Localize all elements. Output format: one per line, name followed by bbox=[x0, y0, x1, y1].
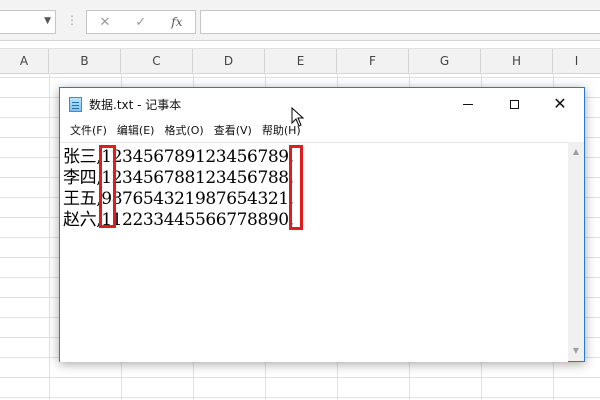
column-header-g[interactable]: G bbox=[409, 49, 481, 73]
column-header-d[interactable]: D bbox=[193, 49, 265, 73]
text-editor[interactable]: 张三,123456789123456789, 李四,12345678812345… bbox=[60, 142, 568, 362]
vertical-scrollbar[interactable]: ▲ ▼ bbox=[568, 142, 584, 361]
text-line: 王五,987654321987654321, bbox=[63, 189, 294, 209]
column-header-b[interactable]: B bbox=[49, 49, 121, 73]
maximize-button[interactable] bbox=[491, 88, 537, 120]
column-header-c[interactable]: C bbox=[121, 49, 193, 73]
insert-function-button[interactable]: fx bbox=[171, 15, 182, 29]
maximize-icon bbox=[509, 99, 519, 109]
menu-format[interactable]: 格式(O) bbox=[159, 121, 208, 141]
menu-view[interactable]: 查看(V) bbox=[209, 121, 257, 141]
menu-bar: 文件(F) 编辑(E) 格式(O) 查看(V) 帮助(H) bbox=[60, 120, 584, 142]
column-header-f[interactable]: F bbox=[337, 49, 409, 73]
formula-buttons: ✕ ✓ fx bbox=[86, 10, 196, 34]
notepad-icon bbox=[69, 97, 82, 112]
chevron-down-icon[interactable]: ▼ bbox=[44, 16, 51, 26]
minimize-icon bbox=[463, 103, 473, 105]
name-box[interactable]: ▼ bbox=[0, 10, 56, 34]
close-icon: ✕ bbox=[553, 94, 567, 113]
highlight-box-last-comma bbox=[289, 145, 303, 230]
scroll-up-icon[interactable]: ▲ bbox=[568, 144, 584, 160]
column-header-i[interactable]: I bbox=[553, 49, 600, 73]
check-icon[interactable]: ✓ bbox=[135, 15, 146, 30]
menu-edit[interactable]: 编辑(E) bbox=[112, 121, 160, 141]
close-button[interactable]: ✕ bbox=[537, 88, 583, 120]
column-headers: A B C D E F G H I bbox=[0, 48, 600, 74]
minimize-button[interactable] bbox=[445, 88, 491, 120]
mouse-pointer-icon bbox=[291, 107, 305, 127]
column-header-e[interactable]: E bbox=[265, 49, 337, 73]
column-header-h[interactable]: H bbox=[481, 49, 553, 73]
text-line: 赵六,112233445566778890, bbox=[63, 210, 294, 230]
menu-file[interactable]: 文件(F) bbox=[65, 121, 112, 141]
formula-bar: ▼ ⋮ ✕ ✓ fx bbox=[0, 0, 600, 41]
text-line: 张三,123456789123456789, bbox=[63, 147, 294, 167]
window-title: 数据.txt - 记事本 bbox=[89, 98, 182, 112]
highlight-box-first-comma bbox=[99, 145, 116, 228]
drag-handle-icon[interactable]: ⋮ bbox=[66, 13, 78, 27]
formula-input[interactable] bbox=[200, 10, 600, 34]
title-bar[interactable]: 数据.txt - 记事本 ✕ bbox=[60, 88, 584, 120]
text-line: 李四,123456788123456788, bbox=[63, 168, 294, 188]
cancel-icon[interactable]: ✕ bbox=[99, 15, 110, 30]
scroll-down-icon[interactable]: ▼ bbox=[568, 343, 584, 359]
column-header-a[interactable]: A bbox=[0, 49, 49, 73]
notepad-window: 数据.txt - 记事本 ✕ 文件(F) 编辑(E) 格式(O) 查看(V) 帮… bbox=[59, 87, 585, 362]
